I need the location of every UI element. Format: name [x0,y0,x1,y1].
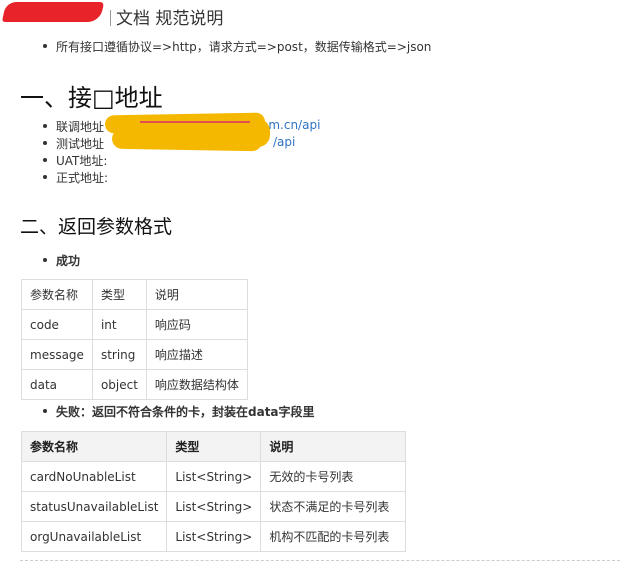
table-cell: orgUnavailableList [20,521,168,552]
fail-label: 失败：返回不符合条件的卡，封装在data字段里 [43,405,315,419]
table-row: cardNoUnableList List<String> 无效的卡号列表 [20,461,407,492]
table-cell: List<String> [166,521,262,552]
redaction-mark-red-line [140,121,250,123]
table-cell: 响应描述 [145,339,248,370]
table-header-cell: 参数名称 [21,279,93,310]
table-row: code int 响应码 [21,309,248,340]
table-header-cell: 说明 [260,431,407,462]
address-item-joint: 联调地址 om.cn/api [42,118,320,135]
intro-bullet: 所有接口遵循协议=>http，请求方式=>post，数据传输格式=>json [42,40,432,54]
table-cell: 状态不满足的卡号列表 [260,491,407,522]
table-row: message string 响应描述 [21,339,248,370]
table-cell: data [21,369,93,400]
title-divider [110,10,111,26]
fail-table: 参数名称 类型 说明 cardNoUnableList List<String>… [20,431,407,552]
table-header-row: 参数名称 类型 说明 [20,431,407,462]
bottom-divider [20,560,620,561]
table-cell: object [91,369,147,400]
table-row: orgUnavailableList List<String> 机构不匹配的卡号… [20,521,407,552]
table-row: data object 响应数据结构体 [21,369,248,400]
table-cell: 无效的卡号列表 [260,461,407,492]
table-cell: 响应数据结构体 [145,369,248,400]
success-table: 参数名称 类型 说明 code int 响应码 message string 响… [21,279,248,400]
table-cell: List<String> [166,461,262,492]
table-cell: int [91,309,147,340]
address-label-test: 测试地址 [56,137,105,151]
section-heading-address: 一、接□地址 [20,84,163,112]
address-item-test: 测试地址 /api [42,135,295,152]
doc-title: 文档 规范说明 [110,4,223,29]
table-header-cell: 参数名称 [20,431,168,462]
table-header-cell: 说明 [145,279,248,310]
doc-title-text: 文档 规范说明 [116,9,224,29]
table-cell: statusUnavailableList [20,491,168,522]
table-header-row: 参数名称 类型 说明 [21,279,248,310]
table-cell: List<String> [166,491,262,522]
address-label-joint: 联调地址 [56,120,105,134]
table-cell: string [91,339,147,370]
section-heading-response: 二、返回参数格式 [20,216,173,238]
table-cell: 响应码 [145,309,248,340]
table-cell: cardNoUnableList [20,461,168,492]
table-header-cell: 类型 [166,431,262,462]
address-item-prod: 正式地址: [42,171,109,185]
table-header-cell: 类型 [91,279,147,310]
address-item-uat: UAT地址: [42,154,108,168]
redaction-mark-yellow [240,119,270,147]
table-row: statusUnavailableList List<String> 状态不满足… [20,491,407,522]
table-cell: code [21,309,93,340]
address-link-test[interactable]: /api [273,135,295,149]
table-cell: message [21,339,93,370]
redaction-mark-red [1,2,105,22]
table-cell: 机构不匹配的卡号列表 [260,521,407,552]
success-label: 成功 [42,254,81,268]
